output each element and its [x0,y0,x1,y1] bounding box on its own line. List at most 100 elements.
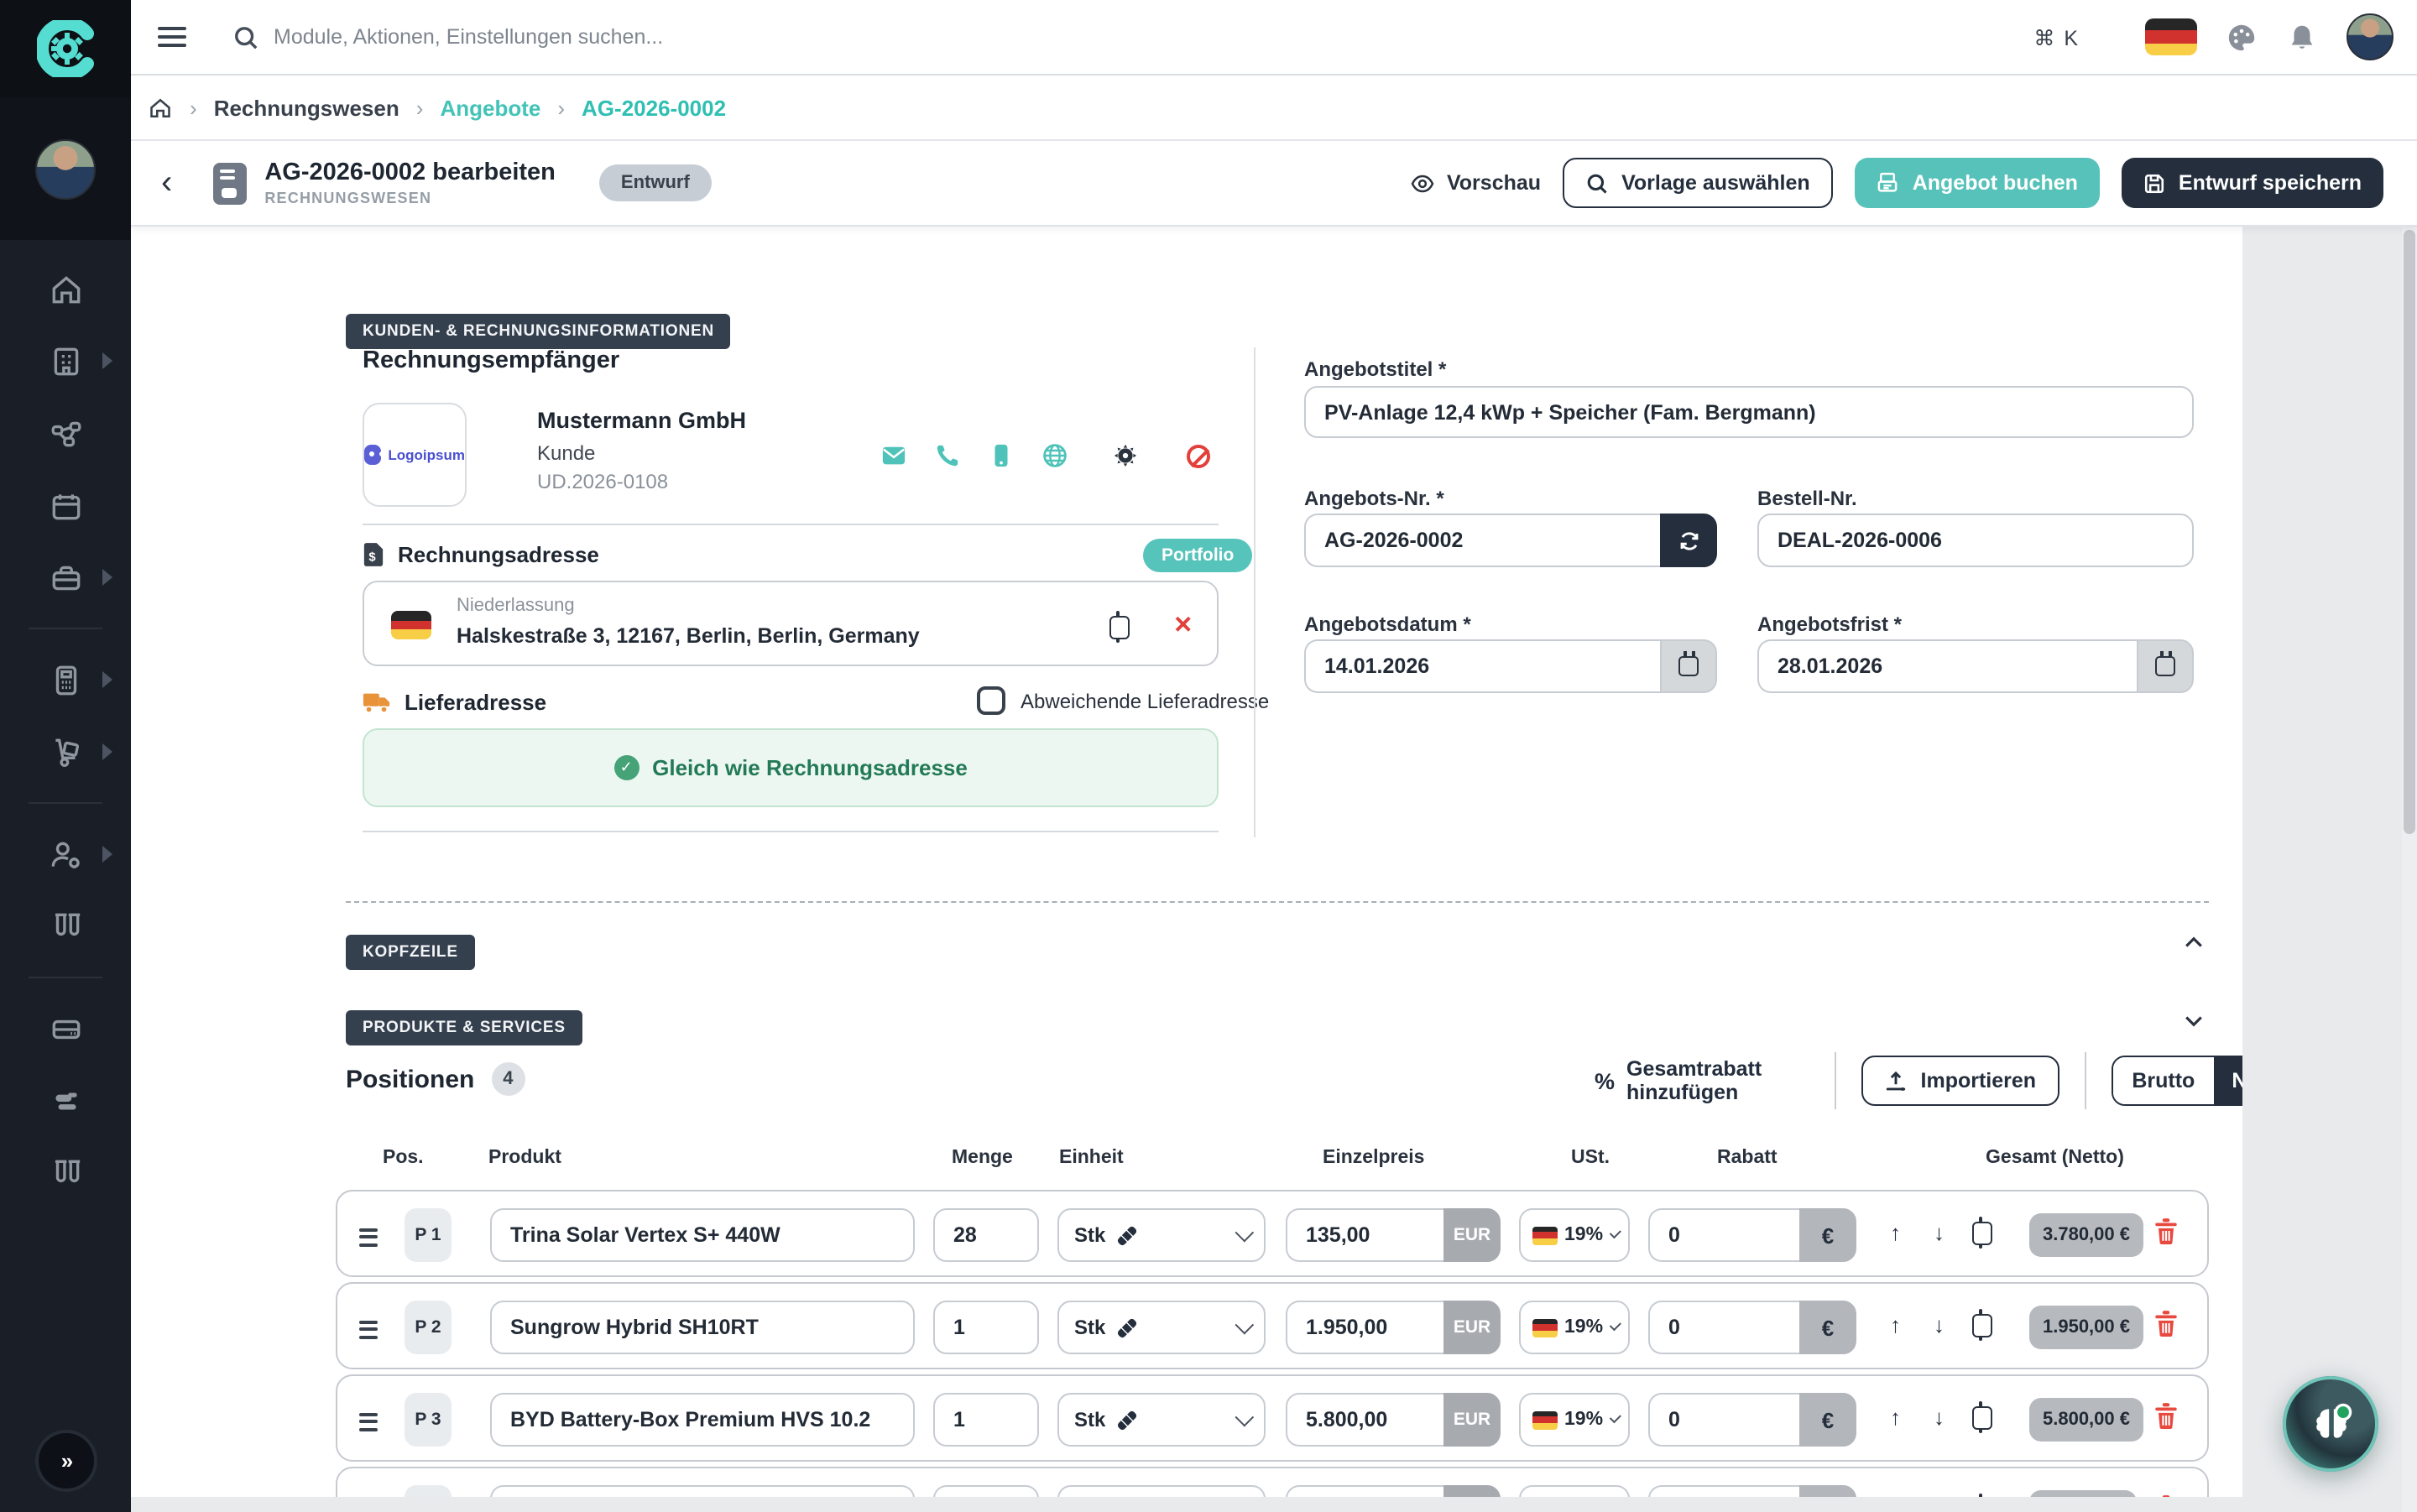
collapse-section-button[interactable] [2182,931,2206,960]
sidebar-item-server[interactable] [0,1004,131,1054]
mobile-icon[interactable] [989,443,1014,468]
app-logo[interactable] [0,0,131,97]
home-icon[interactable] [148,95,173,120]
toggle-brutto[interactable]: Brutto [2113,1057,2213,1104]
notifications-bell-icon[interactable] [2286,21,2318,53]
breadcrumb-item-current[interactable]: AG-2026-0002 [582,95,726,120]
quote-title-input[interactable] [1304,386,2194,438]
discount-unit-toggle[interactable]: € [1799,1301,1856,1354]
copy-address-icon[interactable] [1116,611,1120,643]
scrollbar-thumb[interactable] [2404,230,2415,834]
drag-handle-icon[interactable] [359,1408,378,1435]
delete-row-button[interactable] [2153,1217,2179,1254]
menu-toggle-icon[interactable] [158,21,186,52]
quote-date-input[interactable] [1304,639,1660,693]
vat-select[interactable] [1519,1485,1630,1497]
quantity-input[interactable] [933,1208,1039,1262]
sidebar-item-projects[interactable] [0,552,131,602]
different-shipping-checkbox[interactable] [977,686,1005,715]
select-template-button[interactable]: Vorlage auswählen [1563,158,1834,208]
move-up-button[interactable]: ↑ [1890,1405,1901,1430]
duplicate-row-button[interactable] [1979,1218,1982,1249]
drag-handle-icon[interactable] [359,1316,378,1343]
unit-price-input[interactable] [1286,1208,1443,1262]
sidebar-expand-button[interactable]: » [35,1430,97,1492]
sidebar-item-calendar[interactable] [0,480,131,530]
move-down-button[interactable]: ↓ [1934,1405,1945,1430]
date-picker-button[interactable] [1660,639,1717,693]
language-flag-de[interactable] [2145,18,2197,55]
discount-input[interactable] [1648,1301,1799,1354]
toggle-netto[interactable]: Netto [2213,1057,2242,1104]
discount-input[interactable] [1648,1208,1799,1262]
book-quote-button[interactable]: Angebot buchen [1856,158,2100,208]
block-icon[interactable] [1187,444,1210,467]
quantity-input[interactable] [933,1393,1039,1447]
discount-input[interactable] [1648,1485,1799,1497]
discount-input[interactable] [1648,1393,1799,1447]
save-draft-button[interactable]: Entwurf speichern [2122,158,2383,208]
sidebar-item-lab2[interactable] [0,1148,131,1198]
import-button[interactable]: Importieren [1862,1056,2060,1106]
unit-price-input[interactable] [1286,1301,1443,1354]
duplicate-row-button[interactable] [1979,1403,1982,1433]
unit-price-input[interactable] [1286,1393,1443,1447]
sidebar-item-home[interactable] [0,263,131,314]
drag-handle-icon[interactable] [359,1223,378,1250]
settings-gear-icon[interactable] [1113,443,1138,468]
delete-row-button[interactable] [2153,1494,2179,1497]
delete-row-button[interactable] [2153,1309,2179,1346]
theme-palette-icon[interactable] [2226,21,2258,53]
billing-address-card[interactable]: Niederlassung Halskestraße 3, 12167, Ber… [363,581,1219,666]
sidebar-user-avatar[interactable] [35,138,96,199]
unit-price-input[interactable] [1286,1485,1443,1497]
ai-assistant-button[interactable] [2283,1376,2378,1472]
delete-row-button[interactable] [2153,1401,2179,1438]
move-up-button[interactable]: ↑ [1890,1312,1901,1337]
discount-unit-toggle[interactable]: € [1799,1393,1856,1447]
expand-section-button[interactable] [2182,1009,2206,1037]
order-number-input[interactable] [1757,514,2194,567]
phone-icon[interactable] [935,443,960,468]
duplicate-row-button[interactable] [1979,1495,1982,1497]
vat-select[interactable]: 19% [1519,1393,1630,1447]
product-input[interactable] [490,1393,915,1447]
preview-button[interactable]: Vorschau [1410,170,1541,196]
vat-select[interactable]: 19% [1519,1208,1630,1262]
move-down-button[interactable]: ↓ [1934,1220,1945,1245]
sidebar-item-company[interactable] [0,336,131,386]
unit-select[interactable]: Stk [1057,1393,1266,1447]
unit-select[interactable] [1057,1485,1266,1497]
sidebar-item-accounting[interactable] [0,654,131,705]
breadcrumb-item-rechnungswesen[interactable]: Rechnungswesen [214,95,399,120]
move-down-button[interactable]: ↓ [1934,1312,1945,1337]
quantity-input[interactable] [933,1485,1039,1497]
quote-due-input[interactable] [1757,639,2137,693]
product-input[interactable] [490,1301,915,1354]
discount-unit-toggle[interactable]: € [1799,1485,1856,1497]
quote-number-input[interactable] [1304,514,1660,567]
email-icon[interactable] [881,443,906,468]
vat-select[interactable]: 19% [1519,1301,1630,1354]
search-input[interactable] [274,25,827,49]
add-total-discount-button[interactable]: % Gesamtrabatt hinzufügen [1595,1057,1809,1104]
breadcrumb-item-angebote[interactable]: Angebote [440,95,540,120]
date-picker-button[interactable] [2137,639,2194,693]
global-search[interactable] [233,24,827,50]
sidebar-item-hr[interactable] [0,829,131,879]
quantity-input[interactable] [933,1301,1039,1354]
back-button[interactable]: ‹ [161,166,172,200]
remove-address-icon[interactable]: ✕ [1173,611,1193,639]
regenerate-number-button[interactable] [1660,514,1717,567]
sidebar-item-network[interactable] [0,408,131,458]
sidebar-item-lab[interactable] [0,901,131,952]
unit-select[interactable]: Stk [1057,1301,1266,1354]
product-input[interactable] [490,1485,915,1497]
user-avatar[interactable] [2347,13,2394,60]
discount-unit-toggle[interactable]: € [1799,1208,1856,1262]
product-input[interactable] [490,1208,915,1262]
unit-select[interactable]: Stk [1057,1208,1266,1262]
sidebar-item-layers[interactable] [0,1076,131,1126]
duplicate-row-button[interactable] [1979,1311,1982,1341]
move-up-button[interactable]: ↑ [1890,1220,1901,1245]
